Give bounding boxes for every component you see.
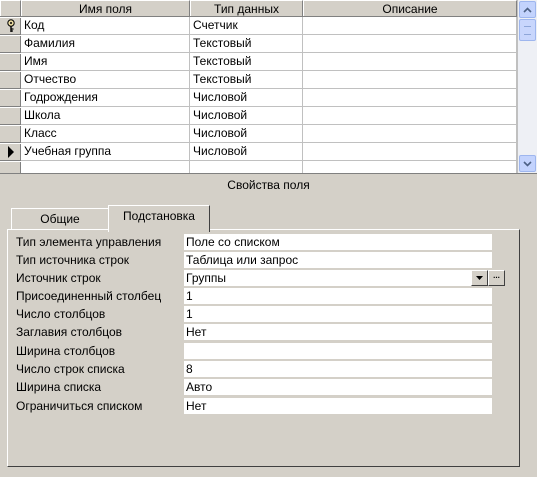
builder-button[interactable]: ... <box>488 270 505 286</box>
lookup-properties-panel: Тип элемента управления Поле со списком … <box>7 229 520 467</box>
field-grid: Имя поля Тип данных Описание Код Счетчик… <box>0 0 537 174</box>
chevron-down-icon <box>523 160 532 167</box>
field-name-cell[interactable]: Годрождения <box>21 89 190 106</box>
description-cell[interactable] <box>303 71 517 88</box>
key-icon <box>6 19 15 32</box>
property-row-display-control: Тип элемента управления Поле со списком <box>16 233 500 251</box>
property-label: Ширина списка <box>16 380 102 394</box>
grid-header: Имя поля Тип данных Описание <box>0 0 517 17</box>
description-cell[interactable] <box>303 143 517 160</box>
row-selector-column <box>0 17 21 173</box>
row-selector[interactable] <box>0 53 21 71</box>
header-field-name: Имя поля <box>21 0 190 16</box>
table-row[interactable]: Класс Числовой <box>21 125 517 143</box>
selector-header <box>0 0 21 16</box>
property-label: Число столбцов <box>16 307 106 321</box>
data-type-cell[interactable]: Числовой <box>190 143 303 160</box>
field-name-cell[interactable]: Школа <box>21 107 190 124</box>
vertical-scrollbar[interactable] <box>517 0 537 173</box>
data-type-cell[interactable]: Счетчик <box>190 17 303 34</box>
property-value[interactable] <box>184 343 492 359</box>
property-value[interactable]: Поле со списком <box>184 234 492 250</box>
row-selector[interactable] <box>0 107 21 125</box>
data-type-cell[interactable]: Числовой <box>190 107 303 124</box>
property-label: Тип источника строк <box>16 253 130 267</box>
property-label: Присоединенный столбец <box>16 289 162 303</box>
description-cell[interactable] <box>303 107 517 124</box>
data-type-cell[interactable]: Числовой <box>190 89 303 106</box>
row-selector[interactable] <box>0 17 21 35</box>
chevron-up-icon <box>523 6 532 13</box>
property-label: Заглавия столбцов <box>16 325 123 339</box>
field-name-cell[interactable]: Фамилия <box>21 35 190 52</box>
field-name-cell[interactable]: Отчество <box>21 71 190 88</box>
tab-lookup[interactable]: Подстановка <box>108 205 210 232</box>
table-row[interactable] <box>21 161 517 173</box>
description-cell[interactable] <box>303 125 517 142</box>
table-row[interactable]: Учебная группа Числовой <box>21 143 517 161</box>
scroll-up-button[interactable] <box>519 1 536 18</box>
header-data-type: Тип данных <box>190 0 303 16</box>
property-value[interactable]: 8 <box>184 361 492 377</box>
property-label: Источник строк <box>16 271 101 285</box>
data-type-cell[interactable]: Текстовый <box>190 71 303 88</box>
description-cell[interactable] <box>303 161 517 173</box>
field-name-cell[interactable]: Имя <box>21 53 190 70</box>
description-cell[interactable] <box>303 17 517 34</box>
property-row-column-count: Число столбцов 1 <box>16 305 500 323</box>
field-name-cell[interactable]: Код <box>21 17 190 34</box>
table-row[interactable]: Код Счетчик <box>21 17 517 35</box>
table-row[interactable]: Годрождения Числовой <box>21 89 517 107</box>
property-label: Число строк списка <box>16 362 125 376</box>
row-selector[interactable] <box>0 161 21 173</box>
table-row[interactable]: Фамилия Текстовый <box>21 35 517 53</box>
property-row-column-widths: Ширина столбцов <box>16 342 500 360</box>
property-row-limit-to-list: Ограничиться списком Нет <box>16 397 500 415</box>
row-selector[interactable] <box>0 143 21 161</box>
property-row-list-width: Ширина списка Авто <box>16 378 500 396</box>
property-label: Тип элемента управления <box>16 235 162 249</box>
property-label: Ограничиться списком <box>16 399 143 413</box>
dropdown-arrow-icon <box>476 276 483 280</box>
property-value[interactable]: 1 <box>184 306 492 322</box>
row-selector[interactable] <box>0 125 21 143</box>
data-type-cell[interactable]: Текстовый <box>190 53 303 70</box>
property-value[interactable]: Нет <box>184 324 492 340</box>
table-row[interactable]: Школа Числовой <box>21 107 517 125</box>
data-type-cell[interactable]: Числовой <box>190 125 303 142</box>
row-selector[interactable] <box>0 71 21 89</box>
description-cell[interactable] <box>303 53 517 70</box>
row-selector[interactable] <box>0 89 21 107</box>
header-description: Описание <box>303 0 517 16</box>
property-row-row-source: Источник строк Группы ... <box>16 269 505 287</box>
table-row[interactable]: Отчество Текстовый <box>21 71 517 89</box>
property-value[interactable]: 1 <box>184 288 492 304</box>
field-properties-title: Свойства поля <box>227 178 310 192</box>
scroll-thumb[interactable] <box>519 19 536 41</box>
row-selector[interactable] <box>0 35 21 53</box>
row-source-combo[interactable]: Группы <box>184 270 471 286</box>
property-label: Ширина столбцов <box>16 344 116 358</box>
current-row-arrow-icon <box>7 146 14 158</box>
property-row-column-heads: Заглавия столбцов Нет <box>16 323 500 341</box>
field-name-cell[interactable]: Учебная группа <box>21 143 190 160</box>
property-row-list-rows: Число строк списка 8 <box>16 360 500 378</box>
description-cell[interactable] <box>303 89 517 106</box>
field-name-cell[interactable]: Класс <box>21 125 190 142</box>
dropdown-button[interactable] <box>471 270 488 286</box>
property-value[interactable]: Нет <box>184 398 492 414</box>
table-row[interactable]: Имя Текстовый <box>21 53 517 71</box>
data-type-cell[interactable] <box>190 161 303 173</box>
data-type-cell[interactable]: Текстовый <box>190 35 303 52</box>
scroll-down-button[interactable] <box>519 155 536 172</box>
property-row-bound-column: Присоединенный столбец 1 <box>16 287 500 305</box>
property-row-row-source-type: Тип источника строк Таблица или запрос <box>16 251 500 269</box>
tab-general[interactable]: Общие <box>11 208 109 230</box>
description-cell[interactable] <box>303 35 517 52</box>
property-value[interactable]: Авто <box>184 379 492 395</box>
field-name-cell[interactable] <box>21 161 190 173</box>
property-value[interactable]: Таблица или запрос <box>184 252 492 268</box>
